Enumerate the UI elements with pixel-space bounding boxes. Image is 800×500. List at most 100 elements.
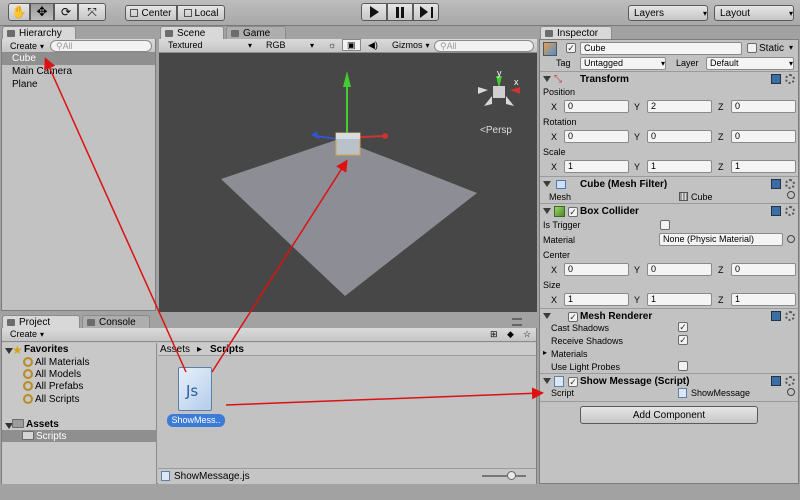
tab-inspector[interactable]: Inspector [540,26,612,40]
scene-audio-toggle[interactable]: ◀) [364,39,382,51]
hand-tool-button[interactable]: ✋ [8,3,30,21]
box-collider-settings-icon[interactable] [785,206,795,216]
persp-label[interactable]: <Persp [480,125,512,136]
box-collider-enabled-checkbox[interactable]: ✓ [568,207,578,217]
center-z-field[interactable]: 0 [731,263,796,276]
fav-all-scripts[interactable]: All Scripts [35,394,79,405]
zoom-slider[interactable] [482,475,526,477]
showmessage-file-label[interactable]: ShowMess.. [167,414,225,427]
step-button[interactable] [413,3,439,21]
static-checkbox[interactable] [747,43,757,53]
position-y-field[interactable]: 2 [647,100,712,113]
script-picker-icon[interactable] [787,388,795,396]
use-light-probes-checkbox[interactable] [678,361,688,371]
mesh-renderer-enabled-checkbox[interactable]: ✓ [568,312,578,322]
center-y-field[interactable]: 0 [647,263,712,276]
fav-all-materials[interactable]: All Materials [35,357,89,368]
rotation-z-field[interactable]: 0 [731,130,796,143]
is-trigger-checkbox[interactable] [660,220,670,230]
render-mode-dropdown[interactable]: Textured [164,39,256,51]
project-create-dropdown[interactable]: Create [6,328,48,340]
show-message-settings-icon[interactable] [785,376,795,386]
add-component-button[interactable]: Add Component [580,406,758,424]
material-picker-icon[interactable] [787,235,795,243]
move-tool-button[interactable]: ✥ [30,3,54,21]
plane-object[interactable] [221,139,477,296]
scale-x-field[interactable]: 1 [564,160,629,173]
materials-label[interactable]: Materials [551,349,588,359]
material-field[interactable]: None (Physic Material) [659,233,783,246]
show-message-enabled-checkbox[interactable]: ✓ [568,377,578,387]
center-x-field[interactable]: 0 [564,263,629,276]
rotate-tool-button[interactable]: ⟳ [54,3,78,21]
scale-tool-button[interactable]: ⤧ [78,3,106,21]
mesh-filter-help-icon[interactable] [771,179,781,189]
scene-search-input[interactable]: ⚲All [434,40,534,52]
gizmo-x-cone[interactable] [510,87,520,94]
gizmos-dropdown[interactable]: Gizmos [388,39,434,51]
pivot-center-button[interactable]: Center [125,5,177,21]
assets-label[interactable]: Assets [26,419,59,430]
show-message-header[interactable]: ✓ Show Message (Script) [540,373,798,389]
mesh-value[interactable]: Cube [691,192,713,202]
static-dropdown-arrow[interactable]: ▾ [789,43,793,52]
transform-header[interactable]: ⤡ Transform [540,71,798,87]
object-name-field[interactable]: Cube [580,42,742,55]
mesh-renderer-settings-icon[interactable] [785,311,795,321]
gizmo-neg-x-cone[interactable] [484,96,492,106]
color-mode-dropdown[interactable]: RGB [262,39,318,51]
box-collider-header[interactable]: ✓ Box Collider [540,203,798,219]
size-x-field[interactable]: 1 [564,293,629,306]
zoom-slider-thumb[interactable] [506,471,516,480]
script-value[interactable]: ShowMessage [691,388,750,398]
cast-shadows-checkbox[interactable]: ✓ [678,322,688,332]
position-z-field[interactable]: 0 [731,100,796,113]
pivot-local-button[interactable]: Local [177,5,225,21]
fav-all-prefabs[interactable]: All Prefabs [35,381,83,392]
y-arrow-head[interactable] [343,71,351,87]
transform-settings-icon[interactable] [785,74,795,84]
gizmo-z-cone[interactable] [478,87,488,94]
layer-dropdown[interactable]: Default [706,57,794,70]
mesh-filter-header[interactable]: Cube (Mesh Filter) [540,176,798,192]
size-z-field[interactable]: 1 [731,293,796,306]
tab-scene[interactable]: Scene [160,26,224,40]
object-active-checkbox[interactable]: ✓ [566,43,576,53]
tab-console[interactable]: Console [82,315,150,329]
mesh-filter-settings-icon[interactable] [785,179,795,189]
mesh-renderer-header[interactable]: ✓ Mesh Renderer [540,308,798,324]
layout-dropdown[interactable]: Layout [714,5,794,21]
hierarchy-create-dropdown[interactable]: Create [6,40,48,52]
show-message-help-icon[interactable] [771,376,781,386]
breadcrumb-assets[interactable]: Assets [160,344,190,355]
box-collider-help-icon[interactable] [771,206,781,216]
mesh-renderer-help-icon[interactable] [771,311,781,321]
position-x-field[interactable]: 0 [564,100,629,113]
materials-expand-icon[interactable]: ▸ [543,348,547,357]
scene-lighting-toggle[interactable]: ☼ [324,39,340,51]
tag-dropdown[interactable]: Untagged [580,57,666,70]
rotation-x-field[interactable]: 0 [564,130,629,143]
rotation-y-field[interactable]: 0 [647,130,712,143]
tab-game[interactable]: Game [226,26,286,40]
gizmo-neg-z-cone[interactable] [506,96,514,106]
transform-help-icon[interactable] [771,74,781,84]
breadcrumb-scripts[interactable]: Scripts [210,344,244,355]
project-label-button[interactable]: ◆ [503,328,518,340]
project-filter-button[interactable]: ⊞ [486,328,502,340]
mesh-picker-icon[interactable] [787,191,795,199]
fav-all-models[interactable]: All Models [35,369,81,380]
pause-button[interactable] [387,3,413,21]
tab-hierarchy[interactable]: Hierarchy [2,26,76,40]
size-y-field[interactable]: 1 [647,293,712,306]
tab-project[interactable]: Project [2,315,80,329]
layers-dropdown[interactable]: Layers [628,5,708,21]
project-panel-options[interactable] [512,318,522,326]
scale-z-field[interactable]: 1 [731,160,796,173]
hierarchy-item-cube[interactable]: Cube [12,53,36,64]
gizmo-center-cube[interactable] [493,86,505,98]
z-arrow-head[interactable] [311,131,319,139]
showmessage-file-icon[interactable]: Js [178,367,212,411]
hierarchy-search-input[interactable]: ⚲All [50,40,152,52]
project-star-button[interactable]: ☆ [519,328,535,340]
